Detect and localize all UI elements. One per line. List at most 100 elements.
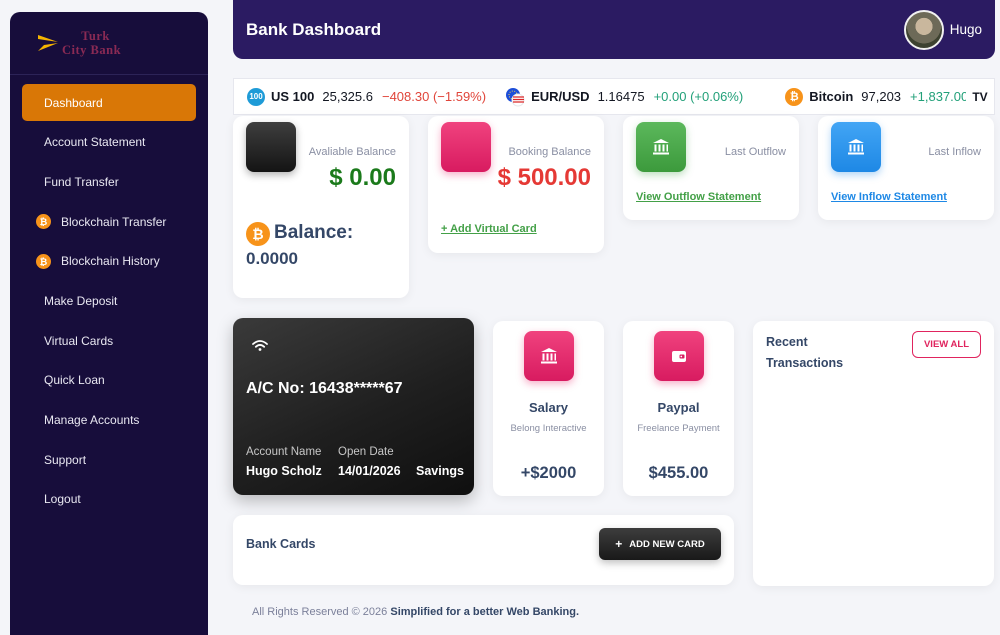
view-all-button[interactable]: VIEW ALL [912, 331, 981, 358]
top-header: Bank Dashboard Hugo [233, 0, 995, 59]
ticker-symbol: US 100 [271, 89, 315, 104]
sidebar: Turk City Bank Dashboard Account Stateme… [10, 12, 208, 635]
paypal-amount: $455.00 [648, 464, 709, 482]
wallet-dark-icon [246, 122, 296, 172]
sidebar-item-account-statement[interactable]: Account Statement [22, 124, 196, 161]
sidebar-item-support[interactable]: Support [22, 441, 196, 478]
bank-building-icon [541, 348, 557, 364]
bank-building-icon [653, 139, 669, 155]
svg-text:₿: ₿ [40, 217, 48, 228]
salary-amount: +$2000 [520, 464, 577, 482]
sidebar-item-logout[interactable]: Logout [22, 481, 196, 518]
wallet-glyph-icon [672, 351, 686, 362]
ticker-price: 1.16475 [597, 89, 645, 104]
salary-card: Salary Belong Interactive +$2000 [493, 321, 604, 496]
avatar[interactable] [903, 9, 944, 50]
bitcoin-icon: ₿ [785, 87, 804, 106]
last-outflow-label: Last Outflow [724, 146, 786, 158]
paypal-subtitle: Freelance Payment [637, 423, 720, 434]
salary-title: Salary [528, 400, 569, 415]
available-balance-value: $ 0.00 [329, 164, 396, 191]
recent-transactions-title: Recent Transactions [766, 335, 844, 370]
footer-tagline: Simplified for a better Web Banking. [390, 606, 580, 618]
ticker-item-bitcoin[interactable]: ₿ Bitcoin 97,203 +1,837.00 (+ [785, 87, 984, 106]
bank-icon [636, 122, 686, 172]
add-new-card-button[interactable]: + ADD NEW CARD [599, 528, 721, 560]
ticker-price: 25,325.6 [322, 89, 373, 104]
bank-building-icon [848, 139, 864, 155]
footer: All Rights Reserved © 2026 Simplified fo… [252, 606, 579, 618]
ticker-symbol: EUR/USD [531, 89, 590, 104]
sidebar-item-make-deposit[interactable]: Make Deposit [22, 282, 196, 319]
account-name-label: Account Name [246, 446, 322, 458]
last-inflow-label: Last Inflow [928, 146, 981, 158]
sidebar-item-label: Virtual Cards [44, 333, 114, 348]
recent-transactions-card: Recent Transactions VIEW ALL [753, 321, 994, 586]
wallet-icon [654, 331, 704, 381]
booking-balance-value: $ 500.00 [497, 164, 591, 191]
btc-balance-value: 0.0000 [246, 249, 298, 268]
bank-debit-card[interactable]: A/C No: 16438*****67 Account Name Hugo S… [233, 318, 474, 495]
bitcoin-icon: ₿ [36, 253, 51, 269]
card-pink-icon [441, 122, 491, 172]
bank-cards-title: Bank Cards [246, 537, 316, 551]
add-new-card-label: ADD NEW CARD [629, 538, 705, 550]
eu-us-flag-icon [506, 87, 525, 106]
sidebar-item-label: Blockchain History [61, 254, 160, 269]
sidebar-item-label: Manage Accounts [44, 413, 140, 427]
sidebar-item-label: Quick Loan [44, 373, 105, 388]
user-menu[interactable]: Hugo [903, 9, 982, 50]
sidebar-item-blockchain-transfer[interactable]: ₿ Blockchain Transfer [22, 203, 196, 240]
open-date-value: 14/01/2026 [338, 464, 401, 478]
bank-icon [831, 122, 881, 172]
brand-line-2: City Bank [62, 43, 122, 57]
sidebar-item-label: Dashboard [44, 95, 103, 110]
last-inflow-card: Last Inflow View Inflow Statement [818, 116, 994, 220]
ticker-change: +0.00 (+0.06%) [653, 89, 744, 104]
brand-line-1: Turk [81, 29, 110, 43]
user-name: Hugo [949, 22, 982, 37]
sidebar-item-virtual-cards[interactable]: Virtual Cards [22, 322, 196, 359]
paypal-title: Paypal [657, 400, 700, 415]
page-title: Bank Dashboard [246, 19, 382, 39]
add-virtual-card-link[interactable]: + Add Virtual Card [441, 223, 537, 235]
sidebar-item-label: Blockchain Transfer [61, 214, 167, 229]
account-type: Savings [416, 464, 464, 478]
sidebar-nav: Dashboard Account Statement Fund Transfe… [10, 75, 208, 518]
bank-logo[interactable]: Turk City Bank [10, 12, 208, 75]
plus-icon: + [615, 537, 623, 551]
ticker-change: −408.30 (−1.59%) [381, 89, 487, 104]
account-name-value: Hugo Scholz [246, 464, 322, 478]
ticker-item-us100[interactable]: 100 US 100 25,325.6 −408.30 (−1.59%) [247, 87, 487, 106]
bitcoin-icon: ₿ [36, 214, 51, 230]
sidebar-item-label: Account Statement [44, 135, 146, 150]
booking-balance-label: Booking Balance [508, 146, 591, 158]
sidebar-item-label: Make Deposit [44, 293, 118, 308]
svg-text:₿: ₿ [252, 227, 263, 243]
sidebar-item-quick-loan[interactable]: Quick Loan [22, 362, 196, 399]
us100-icon: 100 [247, 87, 265, 106]
ticker-symbol: Bitcoin [809, 89, 854, 104]
open-date-label: Open Date [338, 446, 394, 458]
contactless-wifi-icon [252, 340, 268, 351]
view-outflow-link[interactable]: View Outflow Statement [636, 191, 761, 203]
market-ticker[interactable]: 100 US 100 25,325.6 −408.30 (−1.59%) EUR… [233, 78, 995, 115]
account-number: A/C No: 16438*****67 [246, 380, 403, 397]
sidebar-item-label: Logout [44, 492, 81, 507]
available-balance-label: Avaliable Balance [308, 146, 396, 158]
tradingview-logo-icon[interactable]: TV [966, 79, 994, 114]
sidebar-item-label: Support [44, 452, 87, 467]
sidebar-item-label: Fund Transfer [44, 174, 119, 189]
sidebar-item-dashboard[interactable]: Dashboard [22, 84, 196, 121]
ticker-item-eurusd[interactable]: EUR/USD 1.16475 +0.00 (+0.06%) [505, 87, 743, 107]
sidebar-item-fund-transfer[interactable]: Fund Transfer [22, 163, 196, 200]
btc-balance-label: Balance: [274, 222, 354, 243]
bank-icon [524, 331, 574, 381]
logo-arrow-icon [38, 35, 58, 51]
salary-subtitle: Belong Interactive [510, 423, 587, 434]
last-outflow-card: Last Outflow View Outflow Statement [623, 116, 799, 220]
view-inflow-link[interactable]: View Inflow Statement [831, 191, 947, 203]
footer-copyright: All Rights Reserved © 2026 [252, 606, 388, 618]
sidebar-item-blockchain-history[interactable]: ₿ Blockchain History [22, 243, 196, 280]
sidebar-item-manage-accounts[interactable]: Manage Accounts [22, 402, 196, 439]
